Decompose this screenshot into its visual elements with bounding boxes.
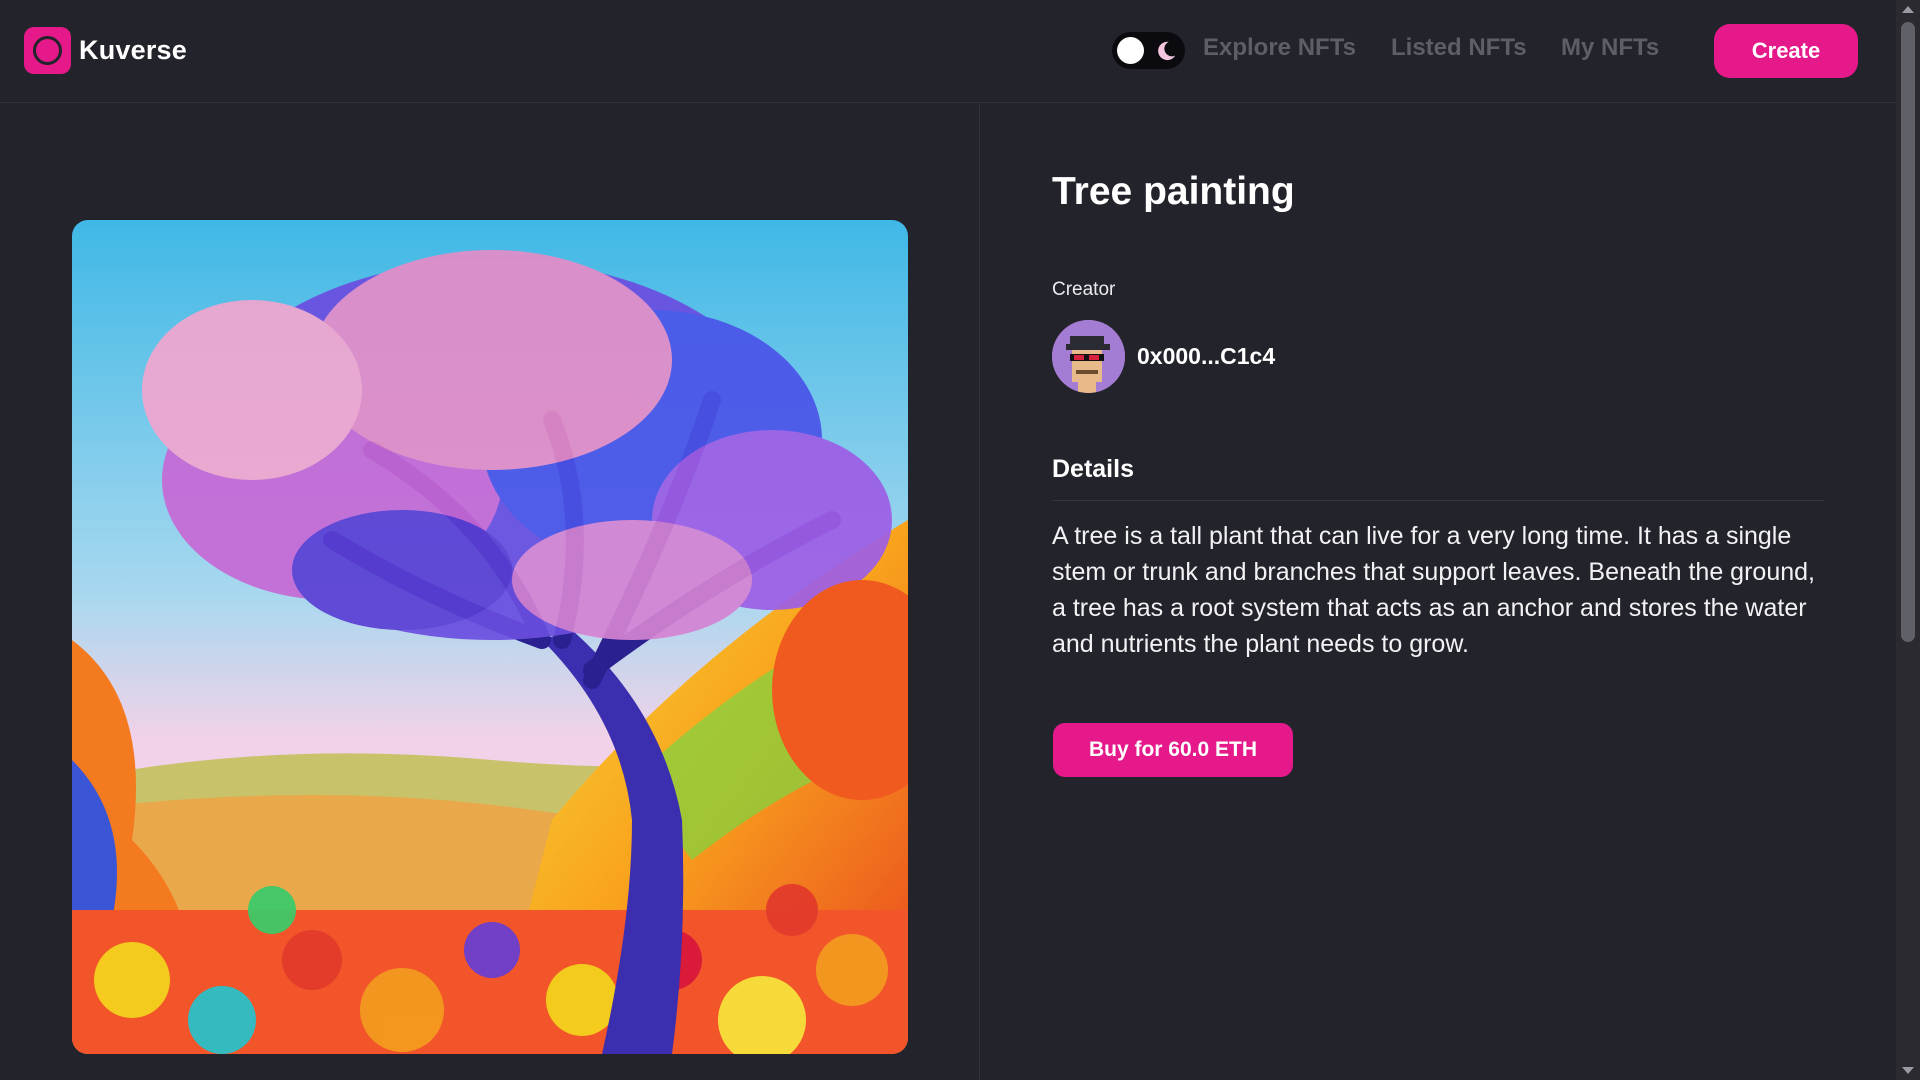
top-navigation-bar: Kuverse Explore NFTs Listed NFTs My NFTs… bbox=[0, 0, 1896, 103]
creator-label: Creator bbox=[1052, 279, 1116, 300]
page-scrollbar[interactable] bbox=[1896, 0, 1920, 1080]
details-divider bbox=[1052, 500, 1824, 501]
nav-listed-nfts[interactable]: Listed NFTs bbox=[1391, 34, 1527, 62]
theme-toggle[interactable] bbox=[1112, 32, 1185, 69]
nft-title: Tree painting bbox=[1052, 170, 1295, 213]
buy-button[interactable]: Buy for 60.0 ETH bbox=[1053, 723, 1293, 777]
brand-name: Kuverse bbox=[79, 35, 187, 65]
nav-my-nfts[interactable]: My NFTs bbox=[1561, 34, 1659, 62]
pixel-avatar-icon bbox=[1052, 320, 1125, 393]
scroll-down-arrow-icon[interactable] bbox=[1902, 1067, 1914, 1074]
sun-knob-icon bbox=[1117, 37, 1144, 64]
ring-logo-icon bbox=[24, 27, 71, 74]
creator-address: 0x000...C1c4 bbox=[1137, 343, 1276, 369]
tree-painting-image bbox=[72, 220, 908, 1054]
scroll-thumb[interactable] bbox=[1901, 22, 1915, 642]
create-button[interactable]: Create bbox=[1714, 24, 1858, 78]
creator-profile-link[interactable]: 0x000...C1c4 bbox=[1052, 320, 1275, 393]
brand-home-link[interactable]: Kuverse bbox=[24, 27, 187, 74]
nav-explore-nfts[interactable]: Explore NFTs bbox=[1203, 34, 1356, 62]
moon-icon bbox=[1158, 41, 1176, 61]
details-heading: Details bbox=[1052, 455, 1134, 483]
column-divider bbox=[979, 104, 980, 1080]
nft-description: A tree is a tall plant that can live for… bbox=[1052, 522, 1815, 658]
scroll-up-arrow-icon[interactable] bbox=[1902, 6, 1914, 13]
